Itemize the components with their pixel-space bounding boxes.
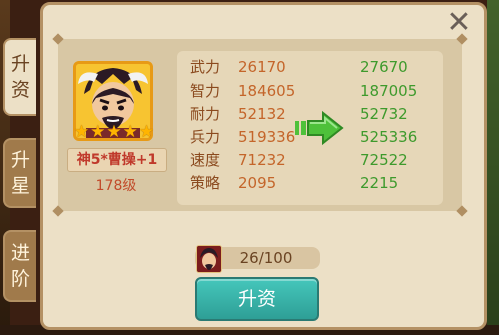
tab-label: 进: [10, 242, 30, 264]
star-icon: ★: [73, 122, 90, 142]
star-icon: ★: [138, 122, 155, 142]
stat-row: 智力 184605 187005: [177, 80, 443, 102]
stat-next: 27670: [360, 58, 408, 76]
stat-next: 187005: [360, 82, 418, 100]
stat-current: 184605: [238, 82, 296, 100]
stat-current: 26170: [238, 58, 286, 76]
stat-next: 72522: [360, 151, 408, 169]
tab-upgrade-star[interactable]: 升 星: [3, 138, 36, 208]
material-count: 26/100: [239, 249, 293, 267]
stat-row: 武力 26170 27670: [177, 56, 443, 78]
stat-next: 2215: [360, 174, 399, 192]
hero-stars: ★ ★ ★ ★ ★: [72, 122, 156, 142]
tab-upgrade-aptitude[interactable]: 升 资: [3, 38, 36, 116]
stat-label: 兵力: [190, 128, 221, 146]
stat-next: 525336: [360, 128, 418, 146]
arrow-right-icon: [295, 110, 344, 146]
stat-label: 速度: [190, 151, 221, 169]
tab-label: 资: [10, 79, 30, 101]
close-icon[interactable]: ✕: [446, 8, 472, 38]
star-icon: ★: [122, 122, 138, 142]
stat-label: 武力: [190, 58, 221, 76]
stat-current: 519336: [238, 128, 296, 146]
hero-name: 神5*曹操+1: [67, 148, 167, 172]
stat-row: 策略 2095 2215: [177, 172, 443, 194]
stat-label: 智力: [190, 82, 221, 100]
hero-level: 178级: [95, 178, 137, 194]
tab-advance[interactable]: 进 阶: [3, 230, 36, 302]
stat-next: 52732: [360, 105, 408, 123]
background-right: [487, 0, 499, 335]
stat-current: 2095: [238, 174, 277, 192]
tab-label: 阶: [10, 268, 30, 290]
stat-current: 71232: [238, 151, 286, 169]
stat-label: 策略: [190, 174, 221, 192]
material-icon: [196, 245, 222, 273]
stat-label: 耐力: [190, 105, 221, 123]
star-icon: ★: [90, 122, 106, 142]
stat-current: 52132: [238, 105, 286, 123]
star-icon: ★: [106, 122, 122, 142]
tab-label: 升: [10, 53, 30, 75]
stat-row: 速度 71232 72522: [177, 149, 443, 171]
tab-label: 星: [10, 175, 30, 197]
tab-label: 升: [10, 149, 30, 171]
upgrade-aptitude-button[interactable]: 升资: [195, 277, 319, 321]
